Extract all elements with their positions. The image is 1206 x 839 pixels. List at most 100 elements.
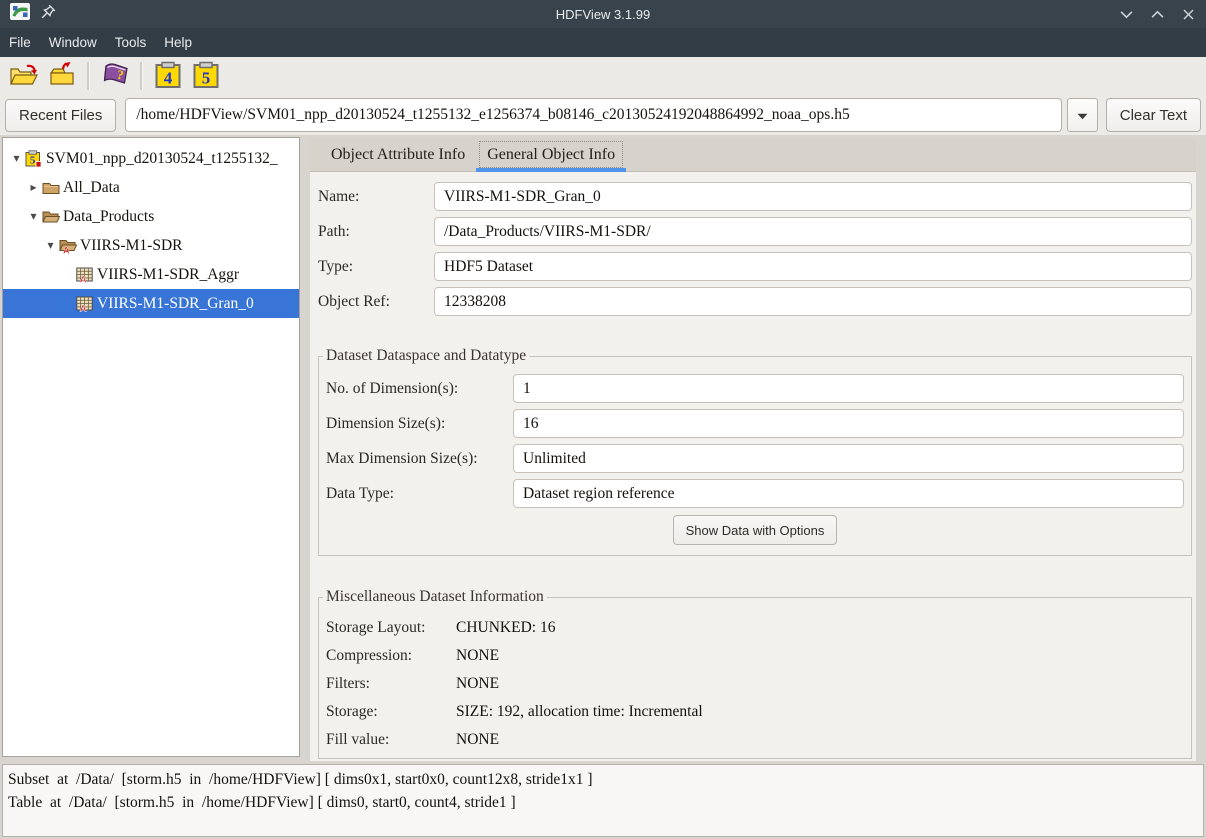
file-tree: ▾ 5 SVM01_npp_d20130524_t1255132_ ▸All_Data… xyxy=(2,137,300,757)
dataset-attr-icon: A xyxy=(75,266,94,284)
object-info-fields: Name:VIIRS-M1-SDR_Gran_0Path:/Data_Produ… xyxy=(318,182,1192,316)
path-field-row: Path:/Data_Products/VIIRS-M1-SDR/ xyxy=(318,217,1192,246)
type-field-label: Type: xyxy=(318,258,434,276)
tree-item-viirs-m1-sdr_gran_0[interactable]: AVIIRS-M1-SDR_Gran_0 xyxy=(3,289,299,318)
close-file-button[interactable] xyxy=(45,59,79,93)
misc-label: Fill value: xyxy=(326,731,456,749)
svg-text:5: 5 xyxy=(202,68,211,87)
name-field-label: Name: xyxy=(318,188,434,206)
dimension-sizes-field-row: Dimension Size(s):16 xyxy=(326,409,1184,438)
help-book-button[interactable]: ? xyxy=(98,59,132,93)
max-dimension-sizes-field-row: Max Dimension Size(s):Unlimited xyxy=(326,444,1184,473)
recent-files-button[interactable]: Recent Files xyxy=(5,99,116,132)
num-dimensions-field-label: No. of Dimension(s): xyxy=(326,380,513,398)
num-dimensions-field-row: No. of Dimension(s):1 xyxy=(326,374,1184,403)
file-path-input[interactable]: /home/HDFView/SVM01_npp_d20130524_t12551… xyxy=(125,98,1061,132)
folder-open-icon xyxy=(41,208,60,226)
object-ref-field-label: Object Ref: xyxy=(318,293,434,311)
recent-files-bar: Recent Files /home/HDFView/SVM01_npp_d20… xyxy=(0,95,1206,135)
tree-item-data_products[interactable]: ▾ Data_Products xyxy=(3,202,299,231)
menu-help[interactable]: Help xyxy=(155,30,201,55)
menu-tools[interactable]: Tools xyxy=(106,30,156,55)
misc-label: Filters: xyxy=(326,675,456,693)
hdf4-library-button[interactable]: 4 xyxy=(151,59,185,93)
toolbar: ? 4 5 xyxy=(0,57,230,95)
misc-row-storage-layout: Storage Layout:CHUNKED: 16 xyxy=(326,614,1184,642)
window-controls xyxy=(1118,6,1196,22)
misc-value: NONE xyxy=(456,647,499,665)
misc-label: Storage Layout: xyxy=(326,619,456,637)
tab-object-attribute-info[interactable]: Object Attribute Info xyxy=(320,138,476,171)
name-field-row: Name:VIIRS-M1-SDR_Gran_0 xyxy=(318,182,1192,211)
dataspace-fields: No. of Dimension(s):1 Dimension Size(s):1… xyxy=(326,374,1184,508)
hdf5-library-button[interactable]: 5 xyxy=(189,59,223,93)
tree-item-all_data[interactable]: ▸All_Data xyxy=(3,173,299,202)
type-field[interactable]: HDF5 Dataset xyxy=(434,252,1192,281)
title-bar: HDFView 3.1.99 xyxy=(0,0,1206,28)
data-type-field[interactable]: Dataset region reference xyxy=(513,479,1184,508)
toolbar-separator xyxy=(140,62,143,90)
misc-value: SIZE: 192, allocation time: Incremental xyxy=(456,703,703,721)
hdfview-logo-icon xyxy=(10,3,30,25)
misc-row-compression: Compression:NONE xyxy=(326,642,1184,670)
object-ref-field-row: Object Ref:12338208 xyxy=(318,287,1192,316)
tree-item-viirs-m1-sdr_aggr[interactable]: A VIIRS-M1-SDR_Aggr xyxy=(3,260,299,289)
menu-file[interactable]: File xyxy=(0,30,40,55)
svg-text:5: 5 xyxy=(30,154,36,166)
dimension-sizes-field[interactable]: 16 xyxy=(513,409,1184,438)
menu-window[interactable]: Window xyxy=(40,30,106,55)
path-field[interactable]: /Data_Products/VIIRS-M1-SDR/ xyxy=(434,217,1192,246)
misc-value: NONE xyxy=(456,675,499,693)
path-field-label: Path: xyxy=(318,223,434,241)
pin-icon[interactable] xyxy=(41,4,56,24)
max-dimension-sizes-field-label: Max Dimension Size(s): xyxy=(326,450,513,468)
minimize-button[interactable] xyxy=(1118,6,1134,22)
name-field[interactable]: VIIRS-M1-SDR_Gran_0 xyxy=(434,182,1192,211)
misc-row-filters: Filters:NONE xyxy=(326,670,1184,698)
tab-general-object-info[interactable]: General Object Info xyxy=(476,138,626,171)
misc-value: CHUNKED: 16 xyxy=(456,619,555,637)
object-ref-field[interactable]: 12338208 xyxy=(434,287,1192,316)
dataset-attr-icon: A xyxy=(75,295,94,313)
misc-label: Compression: xyxy=(326,647,456,665)
maximize-button[interactable] xyxy=(1149,6,1165,22)
hdf5-file-icon: 5 xyxy=(24,150,43,168)
misc-value: NONE xyxy=(456,731,499,749)
expander-open-icon[interactable]: ▾ xyxy=(26,202,41,231)
open-file-button[interactable] xyxy=(7,59,41,93)
max-dimension-sizes-field[interactable]: Unlimited xyxy=(513,444,1184,473)
data-type-field-row: Data Type:Dataset region reference xyxy=(326,479,1184,508)
object-info-panel: Object Attribute InfoGeneral Object Info… xyxy=(310,138,1196,761)
misc-dataset-info-group: Miscellaneous Dataset Information Storag… xyxy=(318,588,1192,759)
folder-attr-icon: A xyxy=(58,237,77,255)
tree-item-label: VIIRS-M1-SDR_Aggr xyxy=(96,266,239,284)
hdf5-library-icon: 5 xyxy=(192,61,220,92)
num-dimensions-field[interactable]: 1 xyxy=(513,374,1184,403)
close-button[interactable] xyxy=(1180,6,1196,22)
expander-open-icon[interactable]: ▾ xyxy=(9,144,24,173)
hdfview-window: { "window": { "title": "HDFView 3.1.99",… xyxy=(0,0,1206,839)
window-title: HDFView 3.1.99 xyxy=(0,7,1206,22)
svg-text:4: 4 xyxy=(164,68,173,87)
dropdown-arrow-icon xyxy=(1077,108,1088,123)
expander-open-icon[interactable]: ▾ xyxy=(43,231,58,260)
tree-item-label: Data_Products xyxy=(62,208,154,226)
expander-closed-icon[interactable]: ▸ xyxy=(26,173,41,202)
recent-files-dropdown-button[interactable] xyxy=(1067,98,1098,132)
type-field-row: Type:HDF5 Dataset xyxy=(318,252,1192,281)
svg-text:A: A xyxy=(80,274,87,282)
status-log-line: Table at /Data/ [storm.h5 in /home/HDFVi… xyxy=(8,791,1198,814)
tree-item-svm01_npp_d20130524_t1255132_[interactable]: ▾ 5 SVM01_npp_d20130524_t1255132_ xyxy=(3,144,299,173)
clear-text-button[interactable]: Clear Text xyxy=(1106,98,1201,132)
status-log: Subset at /Data/ [storm.h5 in /home/HDFV… xyxy=(2,764,1204,837)
status-log-line: Subset at /Data/ [storm.h5 in /home/HDFV… xyxy=(8,768,1198,791)
svg-text:A: A xyxy=(80,303,87,311)
tree-item-viirs-m1-sdr[interactable]: ▾AVIIRS-M1-SDR xyxy=(3,231,299,260)
show-data-with-options-button[interactable]: Show Data with Options xyxy=(673,515,838,545)
misc-row-fill-value: Fill value:NONE xyxy=(326,726,1184,754)
data-type-field-label: Data Type: xyxy=(326,485,513,503)
tree-item-label: SVM01_npp_d20130524_t1255132_ xyxy=(45,150,278,168)
toolbar-strip: ? 4 5 Recent Files /home/HDFView/SVM01_npp… xyxy=(0,57,1206,135)
misc-row-storage: Storage:SIZE: 192, allocation time: Incr… xyxy=(326,698,1184,726)
help-book-icon: ? xyxy=(100,61,130,92)
